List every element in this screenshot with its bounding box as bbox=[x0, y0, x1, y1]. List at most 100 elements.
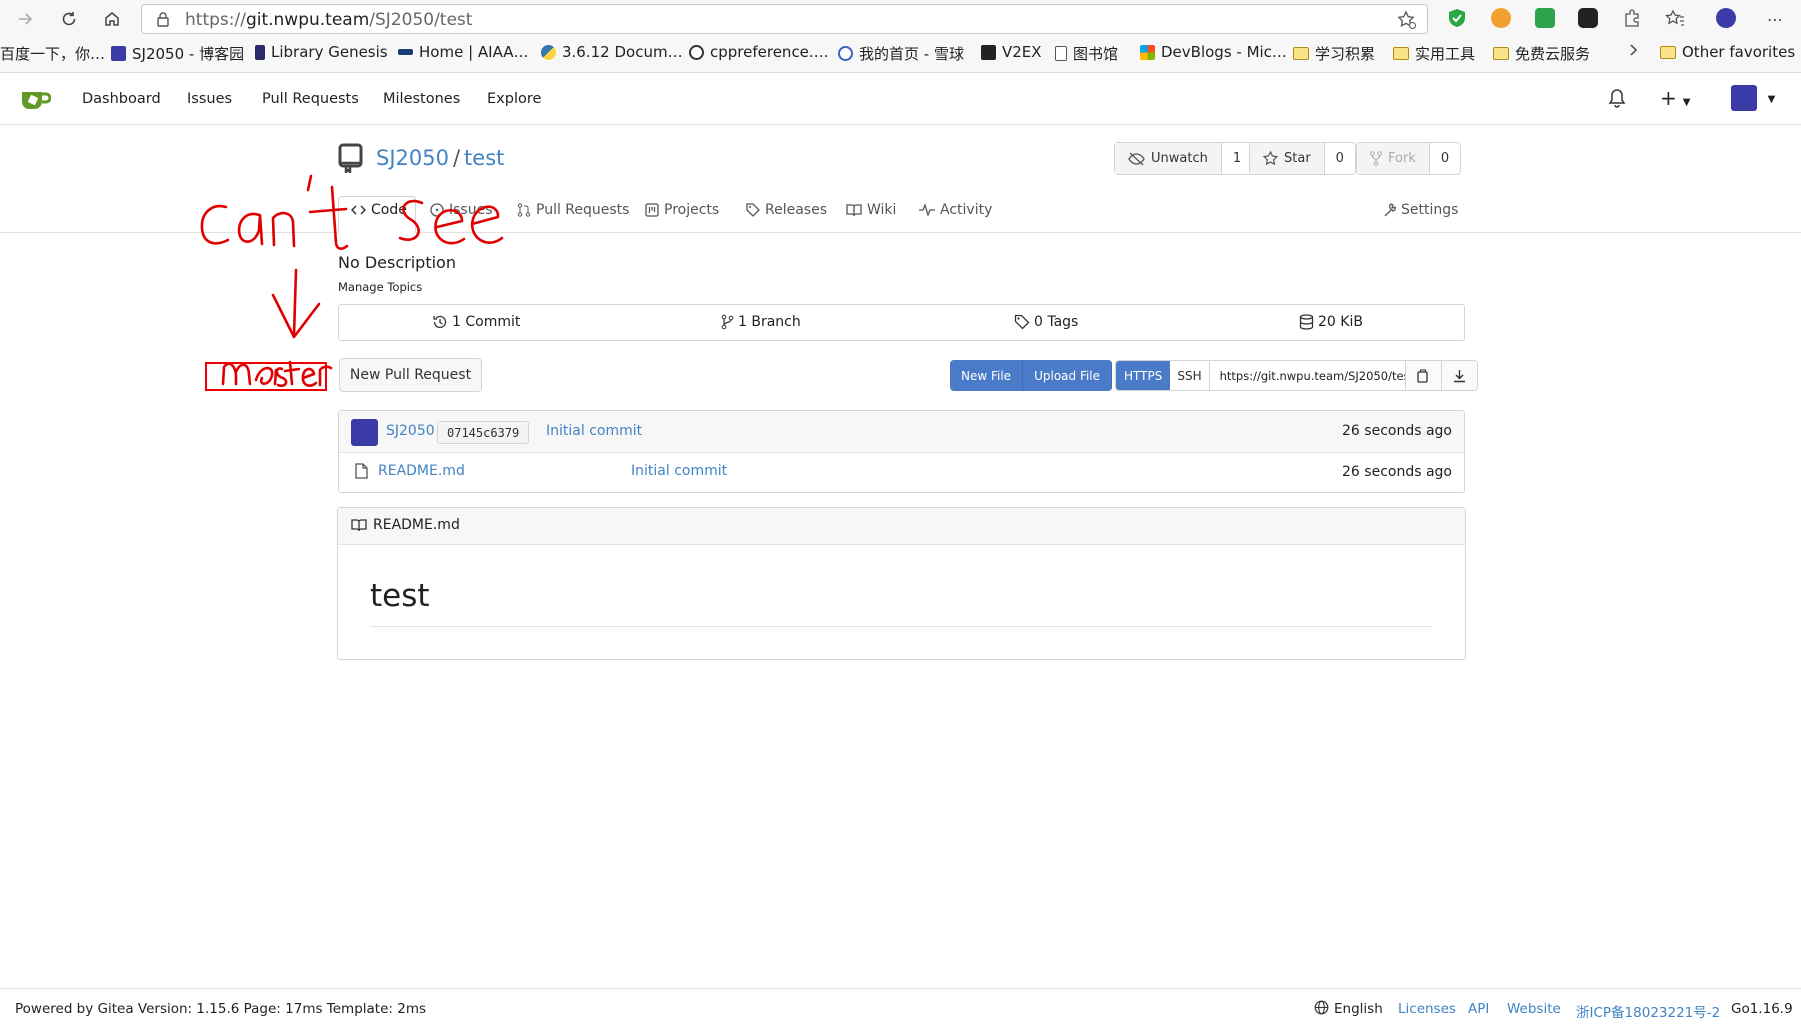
bookmark-label: 百度一下，你… bbox=[0, 45, 106, 63]
add-favorite-icon[interactable] bbox=[1397, 10, 1417, 34]
readme-panel: README.md test bbox=[337, 507, 1466, 660]
copy-icon[interactable] bbox=[1404, 361, 1441, 390]
unwatch-button[interactable]: Unwatch bbox=[1115, 143, 1222, 174]
address-bar[interactable]: https://git.nwpu.team/SJ2050/test bbox=[141, 4, 1428, 34]
readme-filename: README.md bbox=[373, 517, 460, 533]
tag-icon bbox=[1014, 314, 1030, 330]
footer-website-link[interactable]: Website bbox=[1507, 1001, 1561, 1017]
bookmark-item[interactable]: Library Genesis bbox=[255, 43, 388, 61]
bookmark-item[interactable]: 图书馆 bbox=[1055, 43, 1118, 64]
unwatch-button-group: Unwatch 1 bbox=[1114, 142, 1254, 175]
commits-count: 1 Commit bbox=[452, 314, 521, 330]
bookmark-item[interactable]: DevBlogs - Mic… bbox=[1140, 43, 1287, 61]
nav-pull-requests[interactable]: Pull Requests bbox=[262, 91, 359, 107]
bookmark-label: cppreference.… bbox=[710, 43, 829, 61]
clone-panel: HTTPS SSH https://git.nwpu.team/SJ2050/t… bbox=[1115, 360, 1478, 391]
green-extension-icon[interactable] bbox=[1535, 8, 1555, 28]
back-arrow-icon[interactable] bbox=[12, 6, 38, 32]
dark-extension-icon[interactable] bbox=[1578, 8, 1598, 28]
tags-count: 0 Tags bbox=[1034, 314, 1079, 330]
favorites-star-icon[interactable] bbox=[1665, 8, 1685, 28]
gitea-logo-icon[interactable] bbox=[21, 87, 51, 111]
nav-explore[interactable]: Explore bbox=[487, 91, 541, 107]
reload-icon[interactable] bbox=[56, 6, 82, 32]
tab-label: Releases bbox=[765, 202, 827, 218]
tab-label: Settings bbox=[1401, 202, 1459, 218]
cookie-extension-icon[interactable] bbox=[1491, 8, 1511, 28]
bookmark-label: 图书馆 bbox=[1073, 45, 1119, 63]
tab-issues[interactable]: Issues bbox=[430, 202, 493, 218]
commits-stat[interactable]: 1 Commit bbox=[432, 314, 520, 330]
branches-stat[interactable]: 1 Branch bbox=[721, 314, 801, 330]
bookmark-item[interactable]: cppreference.… bbox=[689, 43, 829, 61]
bookmark-folder[interactable]: 实用工具 bbox=[1393, 43, 1475, 64]
repo-name-link[interactable]: test bbox=[464, 146, 504, 170]
tab-projects[interactable]: Projects bbox=[645, 202, 719, 218]
watch-count[interactable]: 1 bbox=[1222, 143, 1252, 174]
nav-issues[interactable]: Issues bbox=[187, 91, 232, 107]
shield-extension-icon[interactable] bbox=[1447, 8, 1467, 28]
tags-stat[interactable]: 0 Tags bbox=[1014, 314, 1078, 330]
profile-avatar-icon[interactable] bbox=[1716, 8, 1736, 28]
avatar[interactable] bbox=[351, 419, 378, 446]
url-domain: git.nwpu.team bbox=[245, 10, 370, 30]
extensions-puzzle-icon[interactable] bbox=[1622, 8, 1642, 28]
tab-pull-requests[interactable]: Pull Requests bbox=[517, 202, 629, 218]
commit-author-link[interactable]: SJ2050 bbox=[386, 423, 435, 439]
bookmark-folder[interactable]: 免费云服务 bbox=[1493, 43, 1590, 64]
tab-settings[interactable]: Settings bbox=[1382, 202, 1458, 218]
notifications-bell-icon[interactable] bbox=[1608, 88, 1626, 112]
folder-icon bbox=[1393, 47, 1409, 60]
repo-header: SJ2050 / test Unwatch 1 Star 0 Fork 0 Co… bbox=[0, 126, 1801, 233]
bookmark-item[interactable]: Home | AIAA… bbox=[398, 43, 529, 61]
star-button[interactable]: Star bbox=[1250, 143, 1325, 174]
star-count[interactable]: 0 bbox=[1325, 143, 1355, 174]
https-toggle[interactable]: HTTPS bbox=[1116, 361, 1171, 390]
repo-separator: / bbox=[452, 146, 461, 170]
fork-button-group: Fork 0 bbox=[1356, 142, 1462, 175]
size-stat: 20 KiB bbox=[1299, 314, 1363, 330]
bookmarks-overflow-icon[interactable] bbox=[1628, 43, 1638, 57]
tab-activity[interactable]: Activity bbox=[919, 202, 992, 218]
upload-file-button[interactable]: Upload File bbox=[1023, 360, 1113, 391]
bookmark-item[interactable]: V2EX bbox=[981, 43, 1042, 61]
tag-icon bbox=[746, 203, 760, 217]
bookmark-item[interactable]: 3.6.12 Docum… bbox=[541, 43, 683, 61]
bookmark-folder[interactable]: Other favorites bbox=[1660, 43, 1795, 61]
new-pull-request-button[interactable]: New Pull Request bbox=[339, 358, 482, 392]
home-icon[interactable] bbox=[99, 6, 125, 32]
commit-sha-button[interactable]: 07145c6379 bbox=[437, 421, 530, 444]
repo-description: No Description bbox=[338, 253, 456, 272]
footer-icp-link[interactable]: 浙ICP备18023221号-2 bbox=[1576, 1001, 1720, 1021]
more-options-icon[interactable]: ⋯ bbox=[1762, 6, 1788, 32]
download-icon[interactable] bbox=[1440, 361, 1477, 390]
bookmark-item[interactable]: 我的首页 - 雪球 bbox=[838, 43, 964, 64]
commit-message-link[interactable]: Initial commit bbox=[546, 423, 642, 439]
nav-milestones[interactable]: Milestones bbox=[383, 91, 460, 107]
create-new-button[interactable]: + ▼ bbox=[1660, 86, 1690, 110]
bookmark-folder[interactable]: 学习积累 bbox=[1293, 43, 1375, 64]
bookmark-item[interactable]: 百度一下，你… bbox=[0, 43, 105, 64]
tab-wiki[interactable]: Wiki bbox=[846, 202, 896, 218]
file-name-link[interactable]: README.md bbox=[378, 463, 465, 479]
readme-divider bbox=[370, 626, 1433, 627]
url-text: https://git.nwpu.team/SJ2050/test bbox=[185, 10, 472, 30]
tab-releases[interactable]: Releases bbox=[746, 202, 827, 218]
user-menu[interactable]: ▼ bbox=[1731, 85, 1775, 111]
repo-owner-link[interactable]: SJ2050 bbox=[376, 146, 449, 170]
tab-code[interactable]: Code bbox=[351, 202, 407, 218]
page-footer: Powered by Gitea Version: 1.15.6 Page: 1… bbox=[0, 988, 1801, 1028]
language-selector[interactable]: English bbox=[1334, 1001, 1383, 1017]
footer-api-link[interactable]: API bbox=[1468, 1001, 1489, 1017]
new-file-button[interactable]: New File bbox=[950, 360, 1024, 391]
fork-count[interactable]: 0 bbox=[1430, 143, 1460, 174]
ssh-toggle[interactable]: SSH bbox=[1170, 361, 1210, 390]
bookmark-item[interactable]: SJ2050 - 博客园 bbox=[111, 43, 244, 64]
footer-licenses-link[interactable]: Licenses bbox=[1398, 1001, 1456, 1017]
globe-icon[interactable] bbox=[1314, 1000, 1329, 1019]
clone-url-input[interactable]: https://git.nwpu.team/SJ2050/test.git bbox=[1210, 361, 1405, 390]
nav-dashboard[interactable]: Dashboard bbox=[82, 91, 161, 107]
file-commit-message-link[interactable]: Initial commit bbox=[631, 463, 727, 479]
fork-button[interactable]: Fork bbox=[1357, 143, 1430, 174]
manage-topics-link[interactable]: Manage Topics bbox=[338, 280, 422, 294]
